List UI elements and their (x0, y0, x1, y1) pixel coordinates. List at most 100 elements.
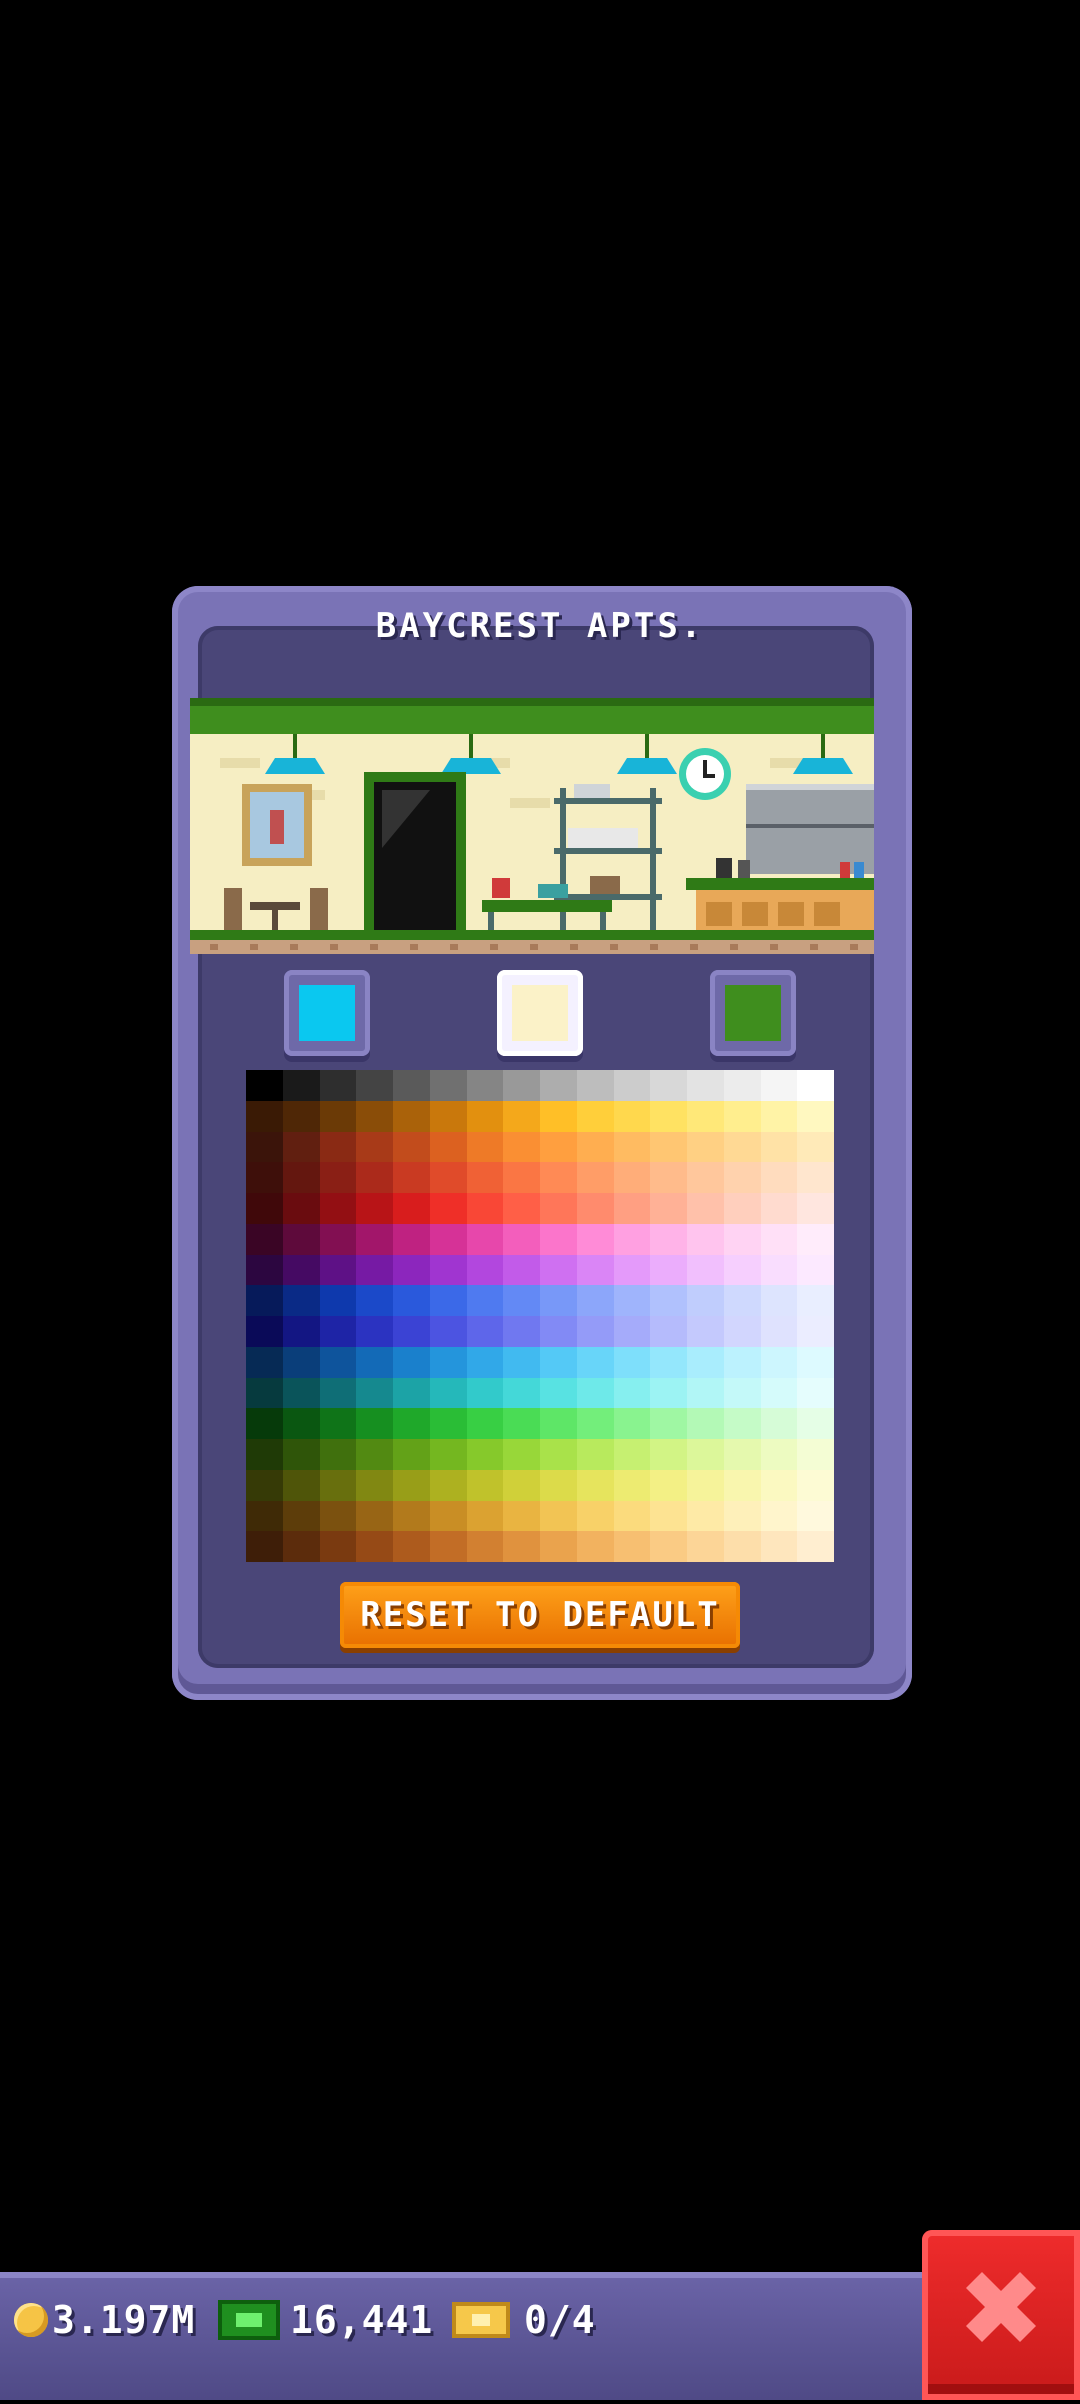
palette-cell[interactable] (466, 1223, 504, 1255)
palette-cell[interactable] (797, 1346, 834, 1378)
palette-cell[interactable] (429, 1223, 467, 1255)
palette-cell[interactable] (246, 1254, 283, 1286)
palette-cell[interactable] (282, 1346, 320, 1378)
palette-cell[interactable] (466, 1439, 504, 1470)
palette-cell[interactable] (393, 1223, 430, 1255)
palette-cell[interactable] (503, 1070, 540, 1101)
palette-cell[interactable] (503, 1223, 540, 1255)
palette-cell[interactable] (576, 1346, 614, 1378)
palette-cell[interactable] (393, 1346, 430, 1378)
palette-cell[interactable] (466, 1193, 504, 1224)
palette-cell[interactable] (650, 1285, 687, 1316)
palette-cell[interactable] (429, 1285, 467, 1316)
palette-cell[interactable] (319, 1070, 357, 1101)
palette-cell[interactable] (540, 1408, 577, 1439)
palette-cell[interactable] (797, 1531, 834, 1562)
palette-cell[interactable] (613, 1377, 651, 1409)
palette-cell[interactable] (319, 1285, 357, 1316)
palette-cell[interactable] (613, 1500, 651, 1532)
palette-cell[interactable] (613, 1162, 651, 1193)
palette-cell[interactable] (282, 1500, 320, 1532)
palette-cell[interactable] (613, 1223, 651, 1255)
palette-cell[interactable] (650, 1469, 687, 1501)
palette-cell[interactable] (797, 1223, 834, 1255)
palette-cell[interactable] (723, 1285, 761, 1316)
palette-cell[interactable] (393, 1439, 430, 1470)
palette-cell[interactable] (356, 1100, 393, 1132)
palette-cell[interactable] (576, 1193, 614, 1224)
palette-cell[interactable] (466, 1254, 504, 1286)
palette-cell[interactable] (282, 1316, 320, 1347)
palette-cell[interactable] (356, 1131, 393, 1163)
palette-cell[interactable] (503, 1285, 540, 1316)
palette-cell[interactable] (613, 1285, 651, 1316)
palette-cell[interactable] (466, 1316, 504, 1347)
palette-cell[interactable] (393, 1469, 430, 1501)
palette-cell[interactable] (760, 1377, 798, 1409)
palette-cell[interactable] (319, 1193, 357, 1224)
palette-cell[interactable] (760, 1408, 798, 1439)
palette-cell[interactable] (393, 1254, 430, 1286)
palette-cell[interactable] (393, 1316, 430, 1347)
palette-cell[interactable] (687, 1254, 724, 1286)
palette-cell[interactable] (797, 1316, 834, 1347)
palette-cell[interactable] (282, 1408, 320, 1439)
palette-cell[interactable] (282, 1070, 320, 1101)
palette-cell[interactable] (760, 1346, 798, 1378)
close-button[interactable] (922, 2230, 1080, 2400)
palette-cell[interactable] (246, 1223, 283, 1255)
palette-cell[interactable] (466, 1131, 504, 1163)
palette-cell[interactable] (723, 1469, 761, 1501)
palette-cell[interactable] (246, 1531, 283, 1562)
palette-cell[interactable] (319, 1316, 357, 1347)
palette-cell[interactable] (687, 1316, 724, 1347)
palette-cell[interactable] (393, 1100, 430, 1132)
palette-cell[interactable] (760, 1131, 798, 1163)
palette-cell[interactable] (613, 1193, 651, 1224)
swatch-wall[interactable] (497, 970, 583, 1056)
palette-cell[interactable] (356, 1285, 393, 1316)
palette-cell[interactable] (797, 1100, 834, 1132)
palette-cell[interactable] (503, 1346, 540, 1378)
palette-cell[interactable] (650, 1070, 687, 1101)
palette-cell[interactable] (503, 1162, 540, 1193)
palette-cell[interactable] (797, 1285, 834, 1316)
palette-cell[interactable] (650, 1193, 687, 1224)
palette-cell[interactable] (576, 1377, 614, 1409)
palette-cell[interactable] (393, 1131, 430, 1163)
palette-cell[interactable] (393, 1377, 430, 1409)
palette-cell[interactable] (319, 1162, 357, 1193)
palette-cell[interactable] (576, 1223, 614, 1255)
palette-cell[interactable] (723, 1531, 761, 1562)
palette-cell[interactable] (540, 1316, 577, 1347)
palette-cell[interactable] (687, 1223, 724, 1255)
palette-cell[interactable] (687, 1469, 724, 1501)
palette-cell[interactable] (687, 1500, 724, 1532)
palette-cell[interactable] (356, 1469, 393, 1501)
palette-cell[interactable] (319, 1346, 357, 1378)
palette-cell[interactable] (613, 1100, 651, 1132)
palette-cell[interactable] (319, 1500, 357, 1532)
palette-cell[interactable] (429, 1193, 467, 1224)
palette-cell[interactable] (687, 1408, 724, 1439)
palette-cell[interactable] (540, 1285, 577, 1316)
palette-cell[interactable] (429, 1254, 467, 1286)
palette-cell[interactable] (797, 1377, 834, 1409)
palette-cell[interactable] (356, 1377, 393, 1409)
palette-cell[interactable] (503, 1193, 540, 1224)
palette-cell[interactable] (687, 1070, 724, 1101)
palette-cell[interactable] (797, 1070, 834, 1101)
palette-cell[interactable] (540, 1531, 577, 1562)
palette-cell[interactable] (429, 1131, 467, 1163)
palette-cell[interactable] (650, 1346, 687, 1378)
palette-cell[interactable] (687, 1439, 724, 1470)
palette-cell[interactable] (466, 1070, 504, 1101)
palette-cell[interactable] (466, 1162, 504, 1193)
palette-cell[interactable] (282, 1469, 320, 1501)
palette-cell[interactable] (613, 1254, 651, 1286)
palette-cell[interactable] (503, 1316, 540, 1347)
palette-cell[interactable] (319, 1439, 357, 1470)
palette-cell[interactable] (503, 1254, 540, 1286)
palette-cell[interactable] (393, 1500, 430, 1532)
palette-cell[interactable] (429, 1162, 467, 1193)
